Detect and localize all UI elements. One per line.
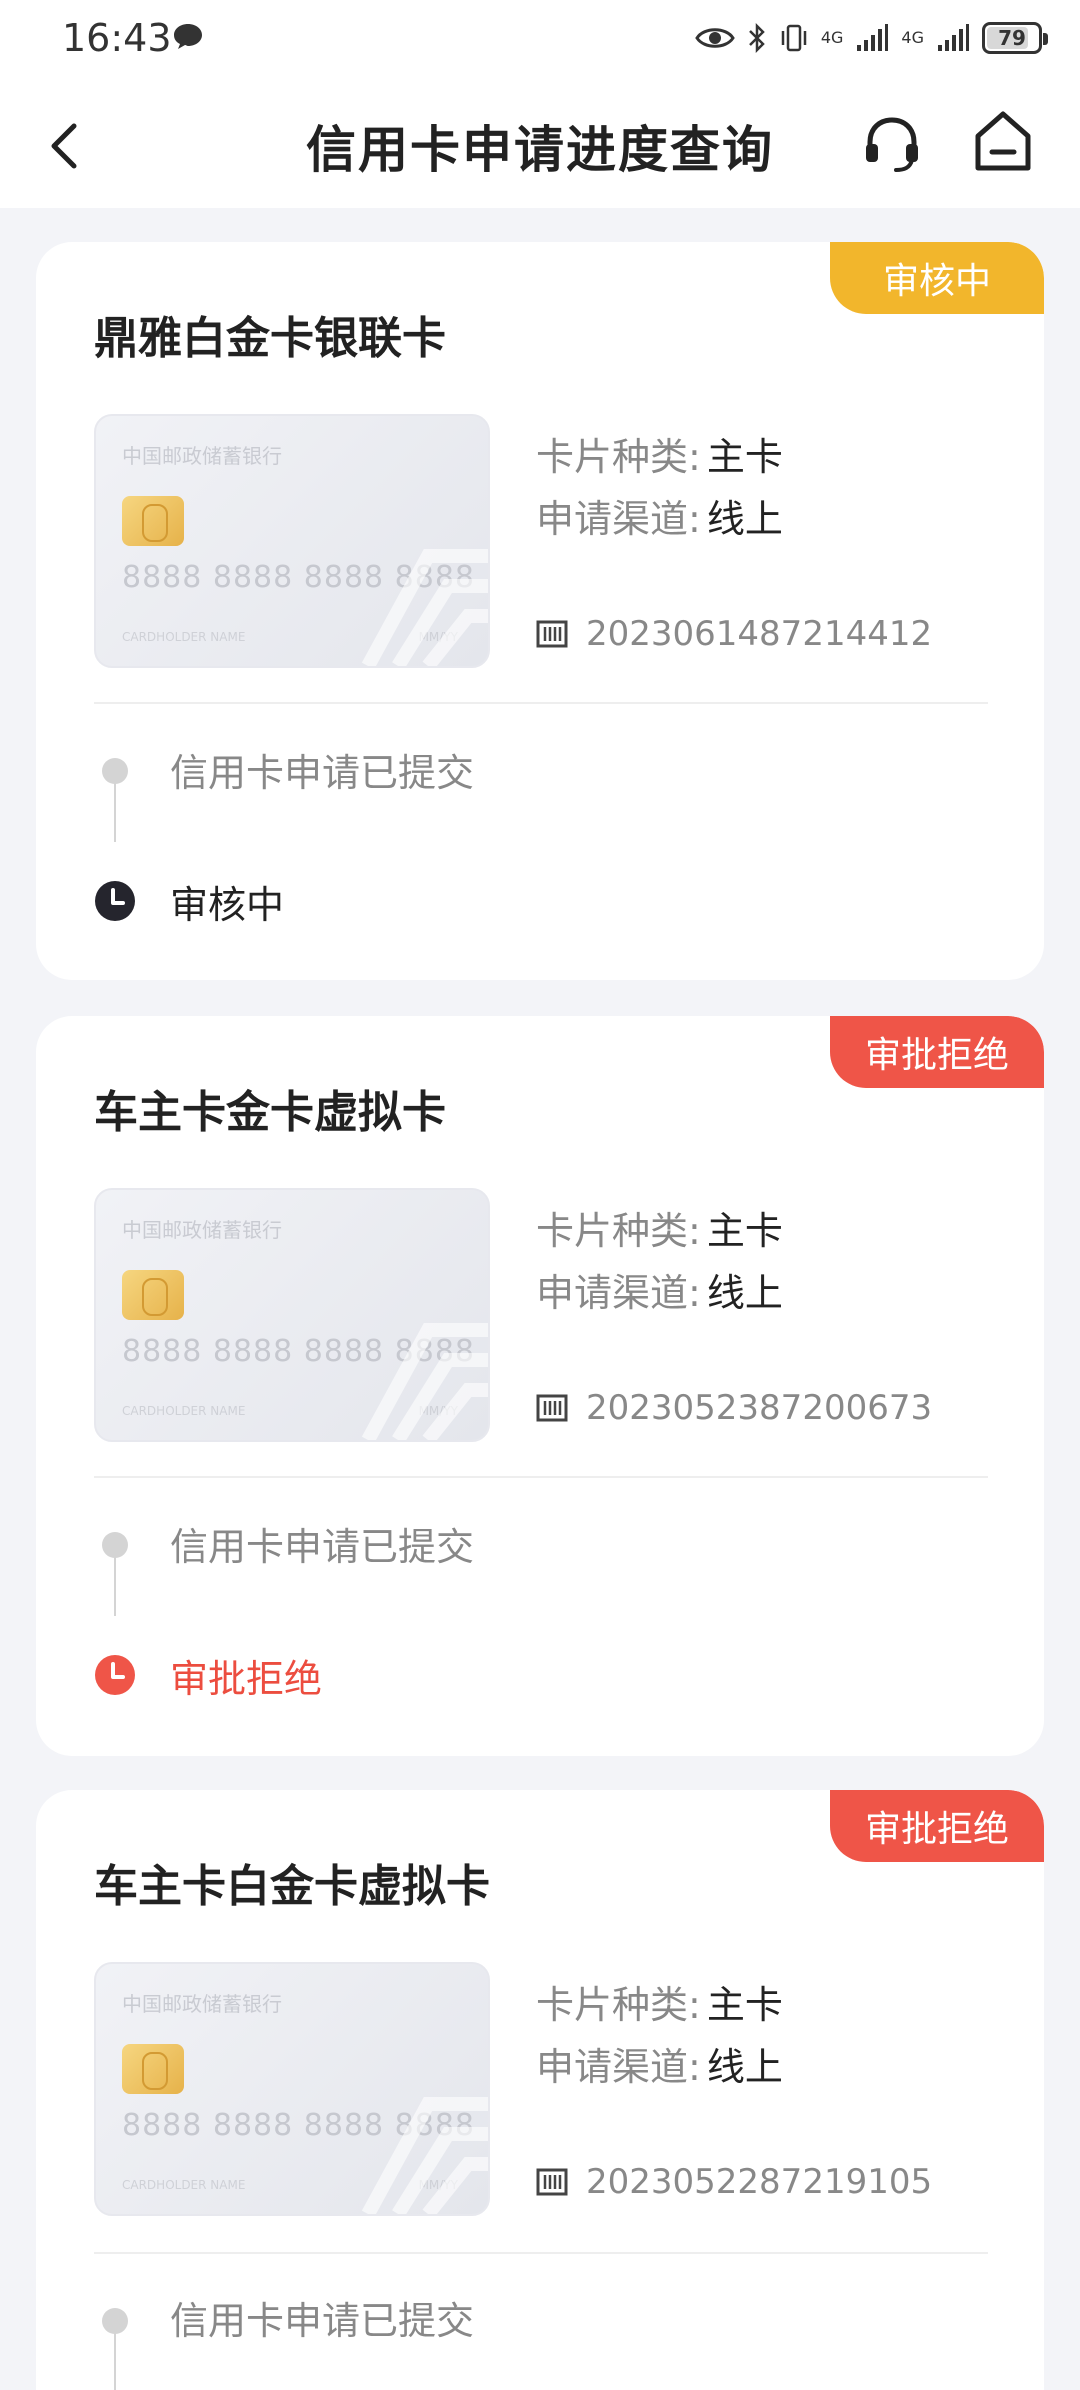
timeline-step-submitted: 信用卡申请已提交 [170,2299,475,2343]
status-badge: 审核中 [830,242,1044,314]
timeline-dot [102,2308,128,2334]
channel-value: 线上 [706,497,783,541]
channel-row: 申请渠道: 线上 [536,1262,783,1317]
timeline-line [114,782,116,842]
card-type-label: 卡片种类: [536,1209,701,1253]
channel-value: 线上 [706,2045,783,2089]
application-number: 2023052287219105 [586,2162,933,2202]
barcode-icon [536,2168,568,2196]
application-card-2[interactable]: 审批拒绝 车主卡金卡虚拟卡 中国邮政储蓄银行 8888 8888 8888 88… [36,1016,1044,1756]
timeline-step-submitted: 信用卡申请已提交 [170,1525,475,1569]
clock-icon [95,1655,135,1695]
app-header: 信用卡申请进度查询 [0,80,1080,208]
clock-icon [95,881,135,921]
card-image: 中国邮政储蓄银行 8888 8888 8888 8888 CARDHOLDER … [94,414,490,668]
channel-row: 申请渠道: 线上 [536,2036,783,2091]
application-card-1[interactable]: 审核中 鼎雅白金卡银联卡 中国邮政储蓄银行 8888 8888 8888 888… [36,242,1044,980]
status-icons: 4G 4G 79 [695,18,1048,58]
timeline-step-current: 审核中 [170,883,285,927]
customer-service-icon[interactable] [860,112,924,176]
card-type-row: 卡片种类: 主卡 [536,1974,783,2029]
bank-logo-watermark-icon [361,1323,488,1440]
bank-logo-watermark-icon [361,549,488,666]
barcode-icon [536,1394,568,1422]
cardholder-label: CARDHOLDER NAME [122,630,246,644]
network-type-2: 4G [901,28,924,47]
status-time: 16:43 [62,16,172,60]
card-type-row: 卡片种类: 主卡 [536,1200,783,1255]
vibrate-icon [781,24,807,52]
timeline-step-current: 审批拒绝 [170,1657,323,1701]
card-product-name: 车主卡金卡虚拟卡 [94,1087,446,1138]
divider [94,1476,988,1478]
timeline-step-submitted: 信用卡申请已提交 [170,751,475,795]
card-image: 中国邮政储蓄银行 8888 8888 8888 8888 CARDHOLDER … [94,1188,490,1442]
divider [94,2252,988,2254]
application-card-3[interactable]: 审批拒绝 车主卡白金卡虚拟卡 中国邮政储蓄银行 8888 8888 8888 8… [36,1790,1044,2390]
card-bank-name: 中国邮政储蓄银行 [122,1218,282,1242]
card-bank-name: 中国邮政储蓄银行 [122,1992,282,2016]
card-type-value: 主卡 [706,1209,783,1253]
chip-icon [122,1270,184,1320]
card-type-row: 卡片种类: 主卡 [536,426,783,481]
status-badge: 审批拒绝 [830,1790,1044,1862]
channel-label: 申请渠道: [536,1271,701,1315]
application-number: 2023052387200673 [586,1388,933,1428]
timeline-dot [102,1532,128,1558]
timeline-line [114,2332,116,2390]
application-number: 2023061487214412 [586,614,933,654]
bank-logo-watermark-icon [361,2097,488,2214]
channel-value: 线上 [706,1271,783,1315]
network-type-1: 4G [820,28,844,47]
card-product-name: 车主卡白金卡虚拟卡 [94,1861,490,1912]
timeline-dot [102,758,128,784]
card-type-label: 卡片种类: [536,1983,701,2027]
battery-icon: 79 [982,22,1048,54]
battery-level: 79 [998,26,1026,50]
timeline-line [114,1556,116,1616]
application-number-row: 2023052287219105 [536,2162,932,2202]
status-bar: 16:43 4G 4G 79 [0,0,1080,80]
cardholder-label: CARDHOLDER NAME [122,1404,246,1418]
cardholder-label: CARDHOLDER NAME [122,2178,246,2192]
card-product-name: 鼎雅白金卡银联卡 [94,313,446,364]
card-image: 中国邮政储蓄银行 8888 8888 8888 8888 CARDHOLDER … [94,1962,490,2216]
card-type-value: 主卡 [706,1983,783,2027]
channel-label: 申请渠道: [536,497,701,541]
card-type-label: 卡片种类: [536,435,701,479]
application-number-row: 2023052387200673 [536,1388,932,1428]
channel-row: 申请渠道: 线上 [536,488,783,543]
card-type-value: 主卡 [706,435,783,479]
signal-icon-2 [938,24,969,51]
barcode-icon [536,620,568,648]
bluetooth-icon [748,22,765,54]
home-icon[interactable] [972,108,1034,174]
divider [94,702,988,704]
eye-icon [695,28,735,48]
message-icon [174,24,202,49]
chip-icon [122,496,184,546]
chip-icon [122,2044,184,2094]
signal-icon [857,24,889,51]
application-number-row: 2023061487214412 [536,614,932,654]
status-badge: 审批拒绝 [830,1016,1044,1088]
channel-label: 申请渠道: [536,2045,701,2089]
card-bank-name: 中国邮政储蓄银行 [122,444,282,468]
